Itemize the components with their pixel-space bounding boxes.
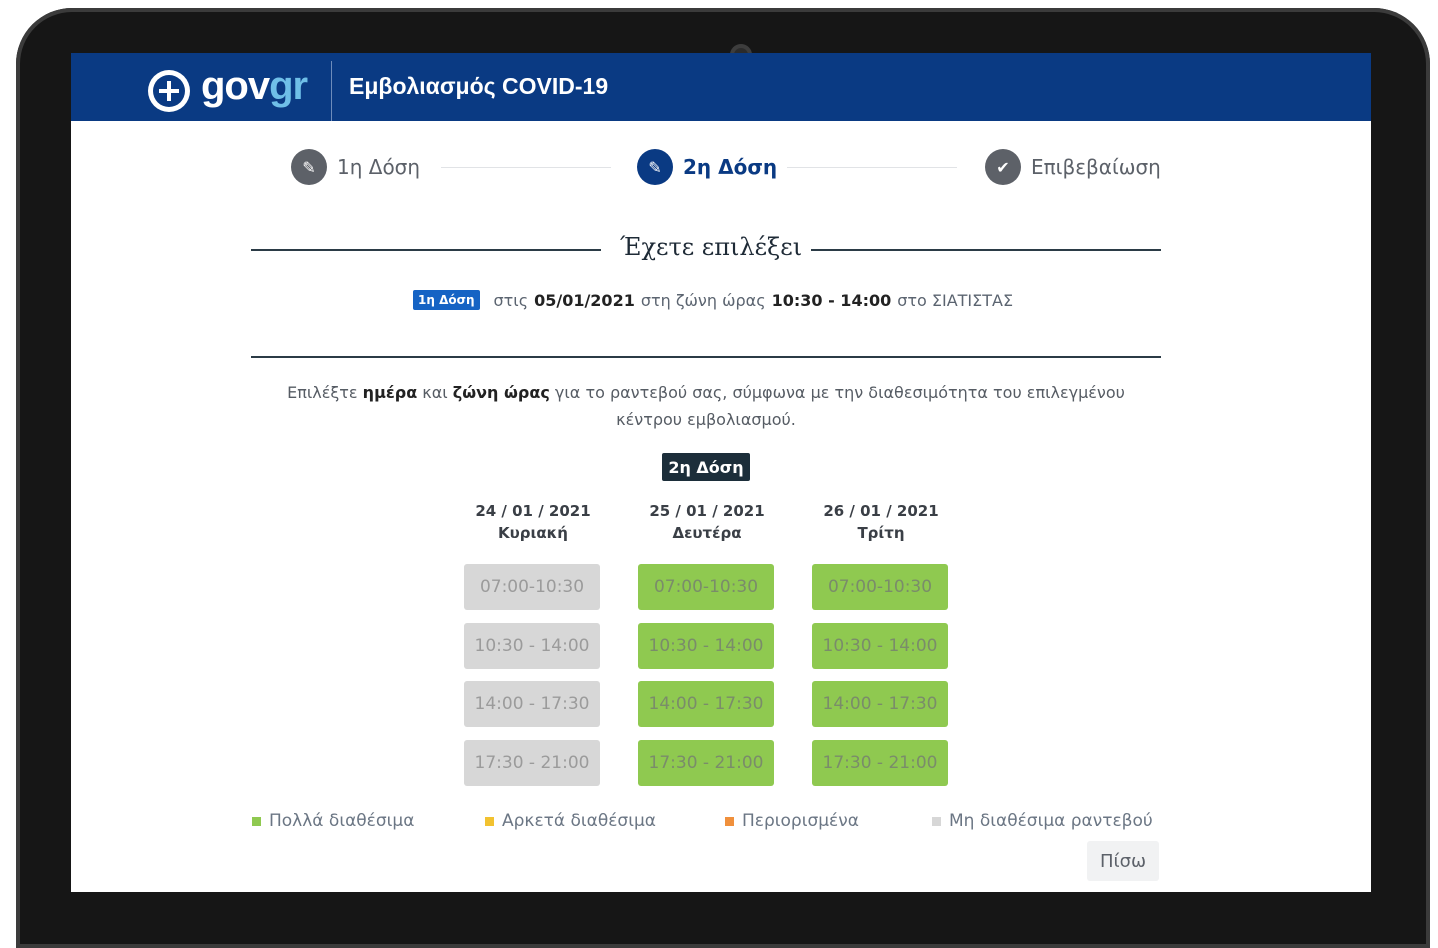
top-header: govgr Εμβολιασμός COVID-19 [71,53,1371,121]
time-slot-unavailable: 17:30 - 21:00 [464,740,600,786]
page-title: Εμβολιασμός COVID-19 [349,73,609,99]
time-slot-available[interactable]: 10:30 - 14:00 [812,623,948,669]
legend-label: Αρκετά διαθέσιμα [502,811,656,831]
time-slot-available[interactable]: 14:00 - 17:30 [638,681,774,727]
time-slot-available[interactable]: 17:30 - 21:00 [638,740,774,786]
section-divider [251,356,1161,358]
legend-enough-available: Αρκετά διαθέσιμα [485,811,656,831]
legend-label: Πολλά διαθέσιμα [269,811,415,831]
pencil-icon: ✎ [291,149,327,185]
time-slot-unavailable: 10:30 - 14:00 [464,623,600,669]
legend-many-available: Πολλά διαθέσιμα [252,811,414,831]
day-name: Κυριακή [498,524,568,542]
step-confirmation[interactable]: ✔ Επιβεβαίωση [985,147,1161,187]
step-connector [787,167,957,168]
step-second-dose[interactable]: ✎ 2η Δόση [637,147,777,187]
selection-summary: 1η Δόση στις 05/01/2021 στη ζώνη ώρας 10… [413,290,1013,310]
time-slot-available[interactable]: 07:00-10:30 [638,564,774,610]
time-slot-unavailable: 07:00-10:30 [464,564,600,610]
legend-swatch [485,816,494,826]
legend-unavailable: Μη διαθέσιμα ραντεβού [932,811,1153,831]
heading-rule-right [811,249,1161,251]
back-button[interactable]: Πίσω [1087,841,1159,881]
day-name: Τρίτη [857,524,905,542]
legend-limited: Περιορισμένα [725,811,859,831]
greek-emblem-icon [148,70,190,112]
check-icon: ✔ [985,149,1021,185]
selection-heading: Έχετε επιλέξει [619,233,803,261]
day-date: 26 / 01 / 2021 [823,502,939,520]
second-dose-badge: 2η Δόση [662,453,750,481]
pencil-icon: ✎ [637,149,673,185]
first-dose-badge: 1η Δόση [413,290,480,310]
instruction-text: Επιλέξτε ημέρα και ζώνη ώρας για το ραντ… [287,383,1125,429]
legend-swatch [932,816,941,826]
day-header-tuesday: 26 / 01 / 2021 Τρίτη [811,502,951,542]
header-divider [331,61,332,121]
day-date: 25 / 01 / 2021 [649,502,765,520]
time-slot-available[interactable]: 14:00 - 17:30 [812,681,948,727]
day-date: 24 / 01 / 2021 [475,502,591,520]
legend-swatch [252,816,261,826]
time-slot-available[interactable]: 17:30 - 21:00 [812,740,948,786]
step-label: 1η Δόση [337,155,421,179]
legend-label: Περιορισμένα [742,811,859,831]
summary-prefix: στις [493,290,529,310]
step-first-dose[interactable]: ✎ 1η Δόση [291,147,420,187]
legend-label: Μη διαθέσιμα ραντεβού [949,811,1153,831]
heading-rule-left [251,249,601,251]
day-name: Δευτέρα [672,524,742,542]
summary-center: στο ΣΙΑΤΙΣΤΑΣ [897,290,1014,310]
govgr-logo[interactable]: govgr [201,64,308,109]
step-label: 2η Δόση [683,155,778,179]
step-label: Επιβεβαίωση [1031,155,1161,179]
legend-swatch [725,816,734,826]
time-slot-unavailable: 14:00 - 17:30 [464,681,600,727]
app-screen: govgr Εμβολιασμός COVID-19 ✎ 1η Δόση ✎ 2… [71,53,1371,892]
summary-date: 05/01/2021 [534,290,635,310]
summary-zone-text: στη ζώνη ώρας [640,290,766,310]
day-header-monday: 25 / 01 / 2021 Δευτέρα [637,502,777,542]
time-slot-available[interactable]: 07:00-10:30 [812,564,948,610]
day-header-sunday: 24 / 01 / 2021 Κυριακή [463,502,603,542]
time-slot-available[interactable]: 10:30 - 14:00 [638,623,774,669]
summary-time: 10:30 - 14:00 [771,290,892,310]
step-connector [441,167,611,168]
